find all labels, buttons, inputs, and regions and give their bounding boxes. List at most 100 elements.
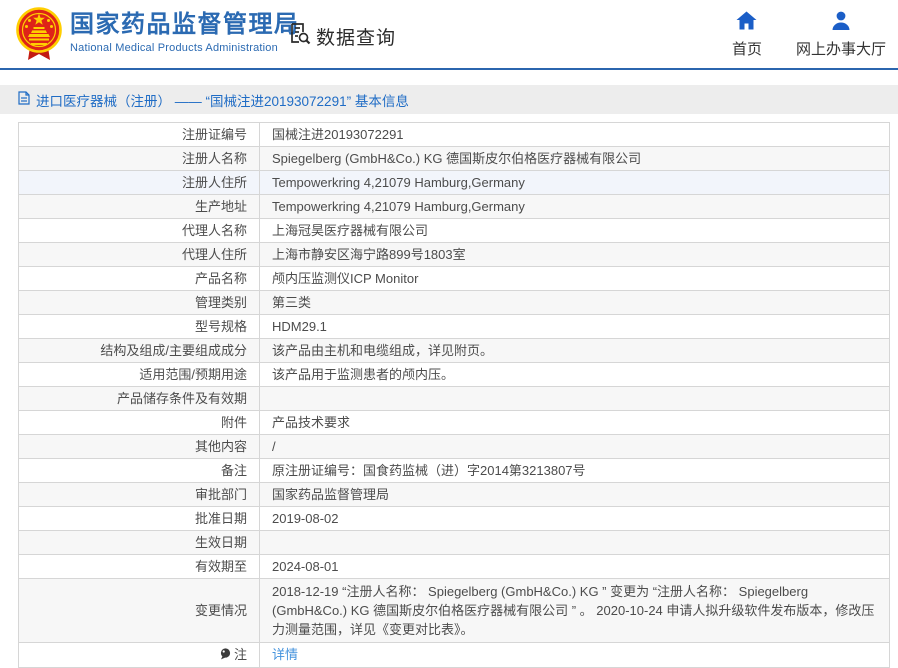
- table-row: 注 详情: [19, 643, 889, 668]
- row-label: 注: [19, 643, 260, 667]
- row-label-text: 注: [234, 647, 247, 662]
- table-row: 批准日期 2019-08-02: [19, 507, 889, 531]
- row-label-text: 备注: [221, 463, 247, 478]
- row-label-text: 附件: [221, 415, 247, 430]
- table-row: 管理类别第三类: [19, 291, 889, 315]
- row-value: 2024-08-01: [260, 555, 889, 578]
- row-label-text: 产品储存条件及有效期: [117, 391, 247, 406]
- row-value: [260, 387, 889, 410]
- row-label-text: 产品名称: [195, 271, 247, 286]
- row-label-text: 审批部门: [195, 487, 247, 502]
- table-row: 注册证编号国械注进20193072291: [19, 123, 889, 147]
- row-value: 详情: [260, 643, 889, 667]
- org-title-block: 国家药品监督管理局 National Medical Products Admi…: [70, 11, 300, 54]
- details-link[interactable]: 详情: [272, 647, 298, 662]
- org-name-cn: 国家药品监督管理局: [70, 11, 300, 39]
- row-label-text: 结构及组成/主要组成成分: [100, 343, 247, 358]
- row-label: 备注: [19, 459, 260, 482]
- comment-icon: [220, 644, 231, 667]
- table-row: 有效期至 2024-08-01: [19, 555, 889, 579]
- table-row: 注册人名称 Spiegelberg (GmbH&Co.) KG 德国斯皮尔伯格医疗…: [19, 147, 889, 171]
- row-value: /: [260, 435, 889, 458]
- nav-online-hall-label: 网上办事大厅: [796, 38, 886, 59]
- table-row: 生效日期: [19, 531, 889, 555]
- row-label-text: 代理人住所: [182, 247, 247, 262]
- row-label-text: 批准日期: [195, 511, 247, 526]
- row-label-text: 生效日期: [195, 535, 247, 550]
- document-search-icon: [287, 21, 311, 51]
- table-row: 产品名称颅内压监测仪ICP Monitor: [19, 267, 889, 291]
- row-label: 管理类别: [19, 291, 260, 314]
- row-label: 产品储存条件及有效期: [19, 387, 260, 410]
- row-label: 适用范围/预期用途: [19, 363, 260, 386]
- document-icon: [18, 91, 30, 108]
- row-label: 有效期至: [19, 555, 260, 578]
- person-icon: [831, 11, 851, 34]
- row-label: 附件: [19, 411, 260, 434]
- table-row: 备注原注册证编号：国食药监械（进）字2014第3213807号: [19, 459, 889, 483]
- row-label-text: 型号规格: [195, 319, 247, 334]
- row-label-text: 注册证编号: [182, 127, 247, 142]
- row-label: 其他内容: [19, 435, 260, 458]
- row-label: 注册人名称: [19, 147, 260, 170]
- row-label: 结构及组成/主要组成成分: [19, 339, 260, 362]
- table-row: 审批部门国家药品监督管理局: [19, 483, 889, 507]
- table-row: 其他内容 /: [19, 435, 889, 459]
- row-value: 国械注进20193072291: [260, 123, 889, 146]
- row-label-text: 管理类别: [195, 295, 247, 310]
- row-value: 上海冠昊医疗器械有限公司: [260, 219, 889, 242]
- row-label-text: 其他内容: [195, 439, 247, 454]
- table-row: 生产地址 Tempowerkring 4,21079 Hamburg,German…: [19, 195, 889, 219]
- row-value: 2018-12-19 “注册人名称： Spiegelberg (GmbH&Co.…: [260, 579, 889, 642]
- row-value: 该产品由主机和电缆组成，详见附页。: [260, 339, 889, 362]
- row-value: 该产品用于监测患者的颅内压。: [260, 363, 889, 386]
- data-query-tab[interactable]: 数据查询: [287, 21, 396, 51]
- row-label-text: 适用范围/预期用途: [139, 367, 247, 382]
- page-header: 国家药品监督管理局 National Medical Products Admi…: [0, 0, 898, 70]
- row-label-text: 生产地址: [195, 199, 247, 214]
- table-row: 附件产品技术要求: [19, 411, 889, 435]
- table-row: 变更情况 2018-12-19 “注册人名称： Spiegelberg (GmbH…: [19, 579, 889, 643]
- row-label: 批准日期: [19, 507, 260, 530]
- row-value: 颅内压监测仪ICP Monitor: [260, 267, 889, 290]
- row-label-text: 变更情况: [195, 599, 247, 622]
- top-nav: 首页 网上办事大厅: [732, 11, 886, 59]
- row-value: HDM29.1: [260, 315, 889, 338]
- nav-home[interactable]: 首页: [732, 11, 762, 59]
- table-row: 产品储存条件及有效期: [19, 387, 889, 411]
- row-value: Spiegelberg (GmbH&Co.) KG 德国斯皮尔伯格医疗器械有限公…: [260, 147, 889, 170]
- row-label: 产品名称: [19, 267, 260, 290]
- row-label: 注册人住所: [19, 171, 260, 194]
- row-label: 变更情况: [19, 579, 260, 642]
- row-value: 第三类: [260, 291, 889, 314]
- row-value: 原注册证编号：国食药监械（进）字2014第3213807号: [260, 459, 889, 482]
- row-label: 注册证编号: [19, 123, 260, 146]
- row-value: 上海市静安区海宁路899号1803室: [260, 243, 889, 266]
- row-value: 2019-08-02: [260, 507, 889, 530]
- row-label-text: 注册人住所: [182, 175, 247, 190]
- row-label-text: 有效期至: [195, 559, 247, 574]
- table-row: 型号规格 HDM29.1: [19, 315, 889, 339]
- row-value: 国家药品监督管理局: [260, 483, 889, 506]
- row-label: 生产地址: [19, 195, 260, 218]
- row-value: Tempowerkring 4,21079 Hamburg,Germany: [260, 195, 889, 218]
- row-label: 生效日期: [19, 531, 260, 554]
- row-label-text: 代理人名称: [182, 223, 247, 238]
- row-label: 型号规格: [19, 315, 260, 338]
- row-label: 代理人住所: [19, 243, 260, 266]
- row-label: 代理人名称: [19, 219, 260, 242]
- nav-home-label: 首页: [732, 38, 762, 59]
- row-value: 产品技术要求: [260, 411, 889, 434]
- table-row: 适用范围/预期用途该产品用于监测患者的颅内压。: [19, 363, 889, 387]
- table-row: 代理人名称上海冠昊医疗器械有限公司: [19, 219, 889, 243]
- table-row: 代理人住所上海市静安区海宁路899号1803室: [19, 243, 889, 267]
- row-label-text: 注册人名称: [182, 151, 247, 166]
- breadcrumb-text: 进口医疗器械（注册） —— “国械注进20193072291” 基本信息: [36, 90, 409, 110]
- china-national-emblem-icon: [16, 7, 62, 62]
- home-icon: [736, 11, 757, 34]
- nav-online-hall[interactable]: 网上办事大厅: [796, 11, 886, 59]
- info-table: 注册证编号国械注进20193072291 注册人名称 Spiegelberg (Gm…: [18, 122, 890, 668]
- row-value: [260, 531, 889, 554]
- table-row: 结构及组成/主要组成成分该产品由主机和电缆组成，详见附页。: [19, 339, 889, 363]
- row-label: 审批部门: [19, 483, 260, 506]
